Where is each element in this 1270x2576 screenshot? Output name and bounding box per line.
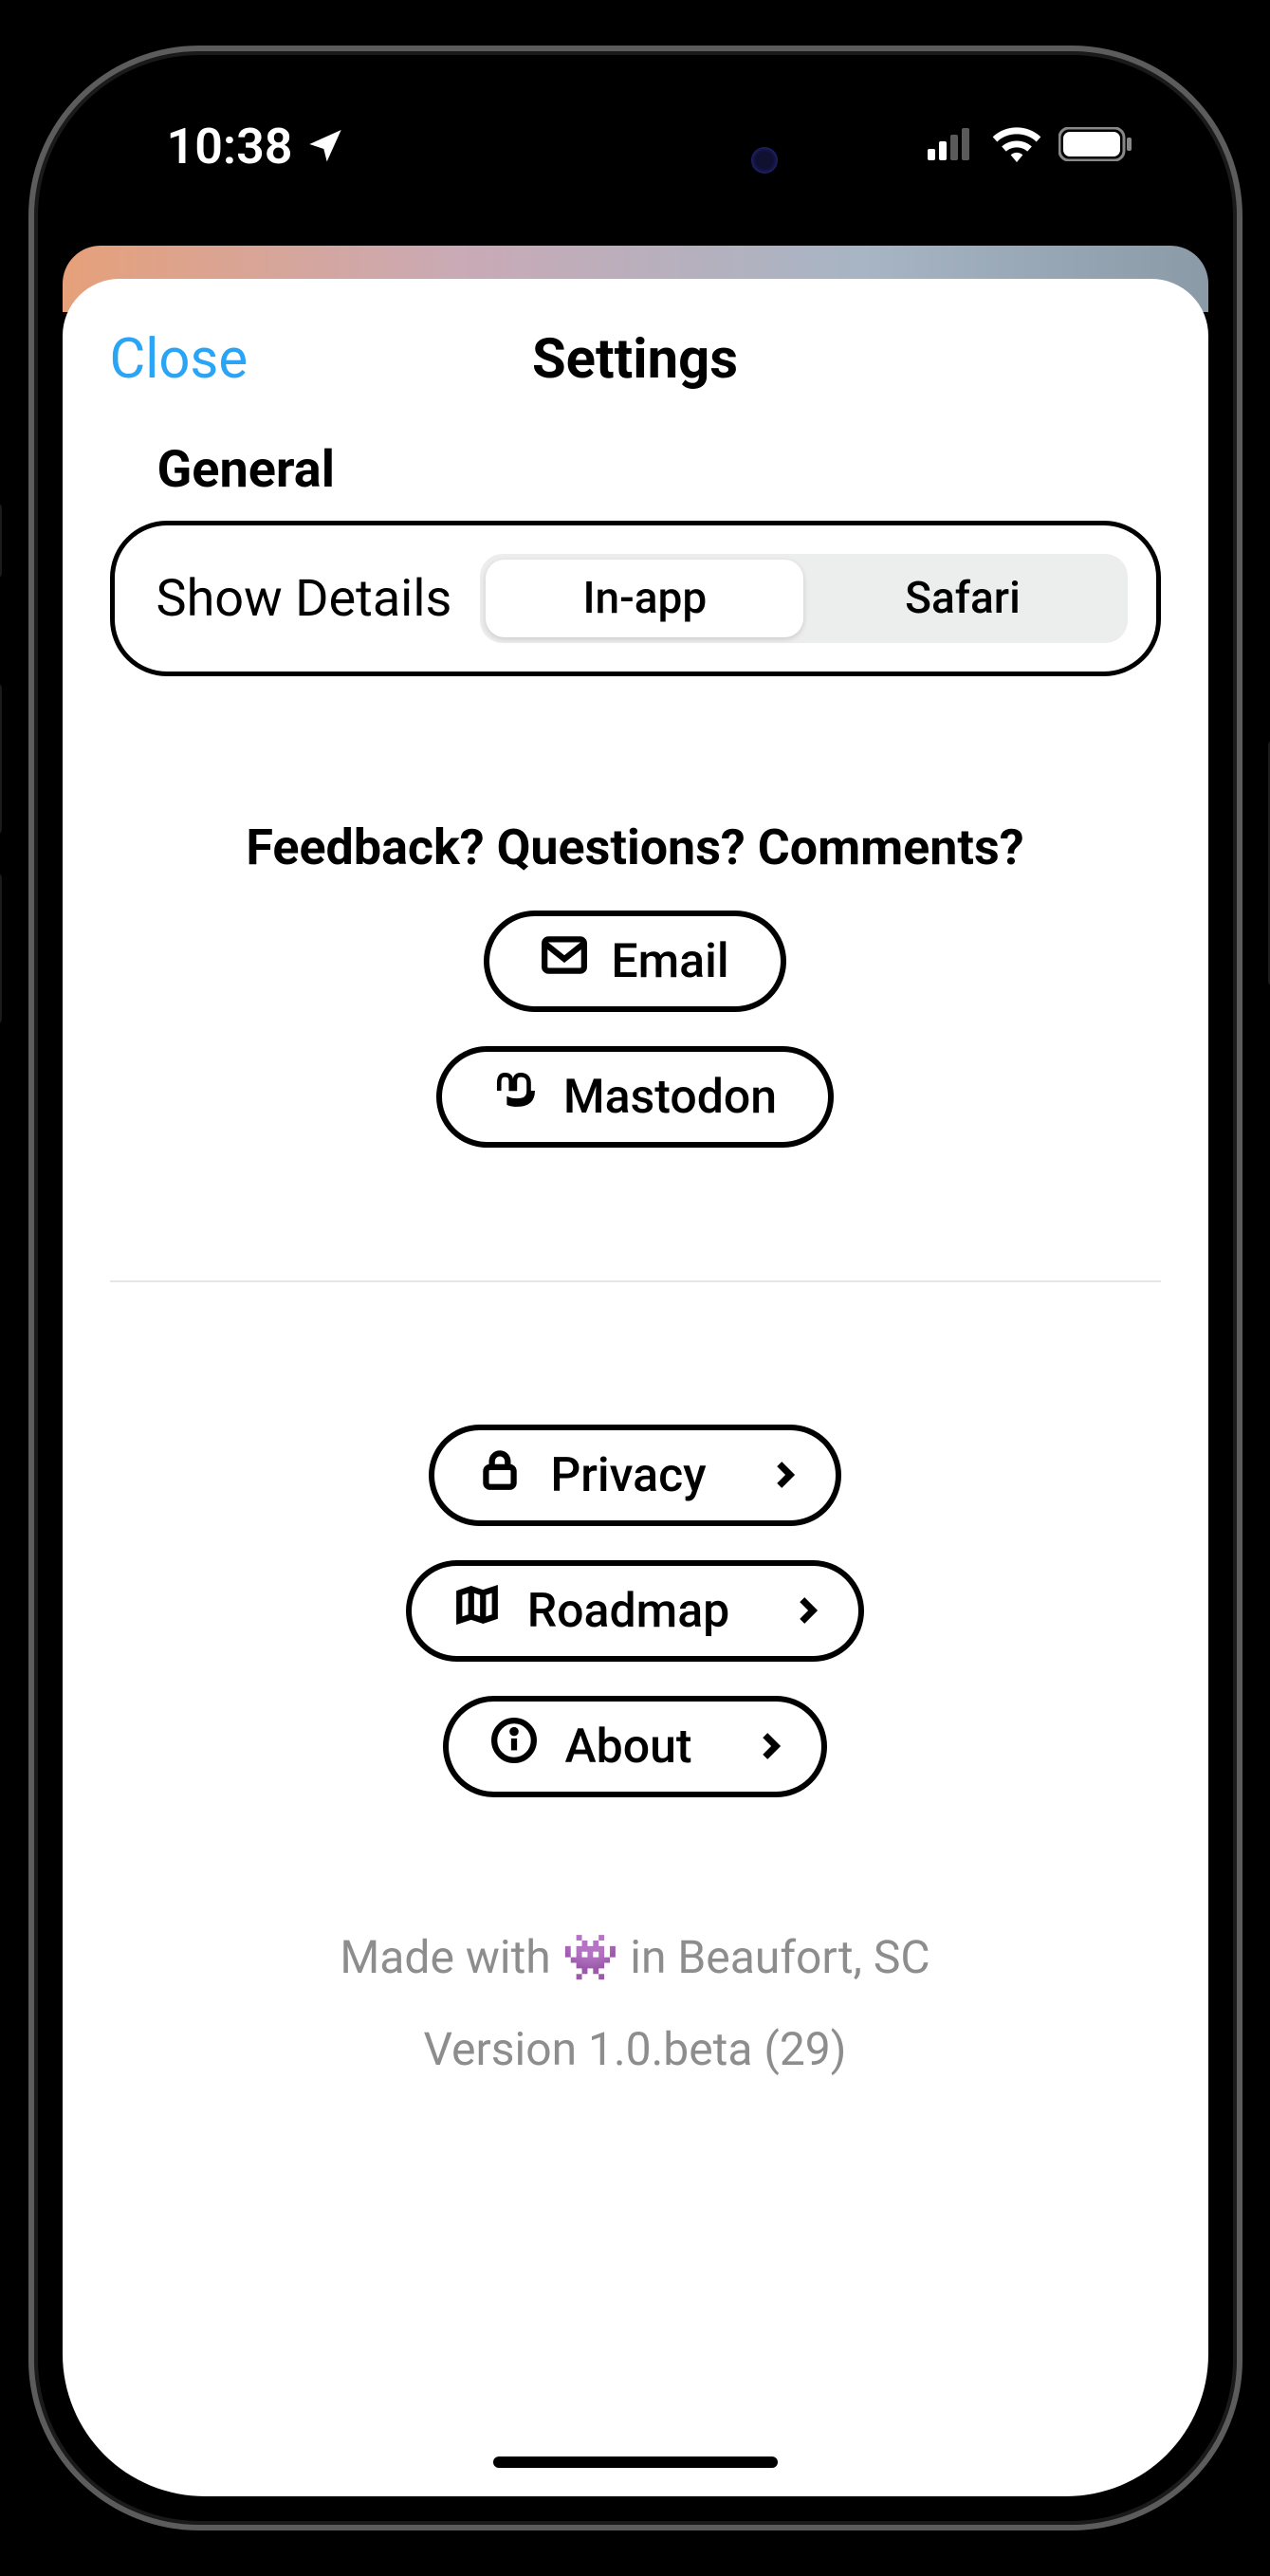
- email-button[interactable]: Email: [484, 911, 785, 1012]
- hw-button-volume-up: [0, 683, 2, 835]
- sheet-title: Settings: [532, 327, 738, 392]
- status-bar-left: 10:38: [167, 118, 344, 175]
- section-header-general: General: [157, 440, 1161, 500]
- sheet-header: Close Settings: [110, 317, 1161, 402]
- show-details-label: Show Details: [156, 569, 452, 629]
- feedback-heading: Feedback? Questions? Comments?: [246, 819, 1023, 876]
- segment-safari[interactable]: Safari: [803, 560, 1121, 637]
- email-button-label: Email: [611, 934, 728, 989]
- hw-button-volume-down: [0, 873, 2, 1024]
- mastodon-button[interactable]: Mastodon: [436, 1046, 834, 1148]
- home-indicator[interactable]: [493, 2456, 778, 2468]
- privacy-button-label: Privacy: [550, 1448, 706, 1503]
- roadmap-button-wrap: Roadmap: [406, 1560, 865, 1662]
- wifi-icon: [992, 126, 1041, 166]
- chevron-right-icon: [719, 1720, 785, 1775]
- show-details-segmented-control[interactable]: In-app Safari: [480, 554, 1127, 643]
- show-details-card: Show Details In-app Safari: [110, 521, 1161, 676]
- settings-sheet: Close Settings General Show Details In-a…: [63, 279, 1208, 2496]
- space-invader-emoji: 👾: [562, 1930, 619, 1984]
- location-icon: [306, 118, 344, 175]
- nav-list: Privacy Roadmap: [110, 1425, 1161, 1797]
- made-with-line: Made with 👾 in Beaufort, SC: [340, 1930, 929, 1984]
- footer: Made with 👾 in Beaufort, SC Version 1.0.…: [110, 1930, 1161, 2076]
- envelope-icon: [541, 931, 588, 991]
- made-with-suffix: in Beaufort, SC: [618, 1930, 929, 1984]
- privacy-button-wrap: Privacy: [429, 1425, 840, 1526]
- device-frame: 10:38: [0, 0, 1270, 2576]
- cellular-icon: [928, 128, 975, 164]
- close-button[interactable]: Close: [110, 327, 248, 392]
- mastodon-button-label: Mastodon: [563, 1070, 777, 1125]
- roadmap-button[interactable]: Roadmap: [406, 1560, 865, 1662]
- roadmap-button-label: Roadmap: [527, 1584, 730, 1639]
- about-button-wrap: About: [443, 1696, 826, 1797]
- mastodon-icon: [493, 1067, 541, 1127]
- about-button-label: About: [564, 1720, 691, 1775]
- section-divider: [110, 1280, 1161, 1282]
- phone-body: 10:38: [28, 46, 1242, 2530]
- about-button[interactable]: About: [443, 1696, 826, 1797]
- status-bar: 10:38: [63, 80, 1208, 212]
- hw-button-silent: [0, 503, 2, 579]
- info-icon: [490, 1717, 538, 1776]
- lock-icon: [476, 1445, 524, 1505]
- email-button-wrap: Email: [484, 911, 785, 1012]
- status-time: 10:38: [167, 118, 293, 175]
- feedback-section: Feedback? Questions? Comments? Email: [110, 819, 1161, 1148]
- version-line: Version 1.0.beta (29): [424, 2022, 847, 2076]
- segment-in-app[interactable]: In-app: [486, 560, 803, 637]
- battery-icon: [1058, 127, 1132, 165]
- made-with-prefix: Made with: [340, 1930, 561, 1984]
- map-icon: [453, 1581, 501, 1641]
- privacy-button[interactable]: Privacy: [429, 1425, 840, 1526]
- status-bar-right: [928, 126, 1132, 166]
- chevron-right-icon: [733, 1448, 800, 1503]
- screen: 10:38: [63, 80, 1208, 2496]
- mastodon-button-wrap: Mastodon: [436, 1046, 834, 1148]
- chevron-right-icon: [756, 1584, 822, 1639]
